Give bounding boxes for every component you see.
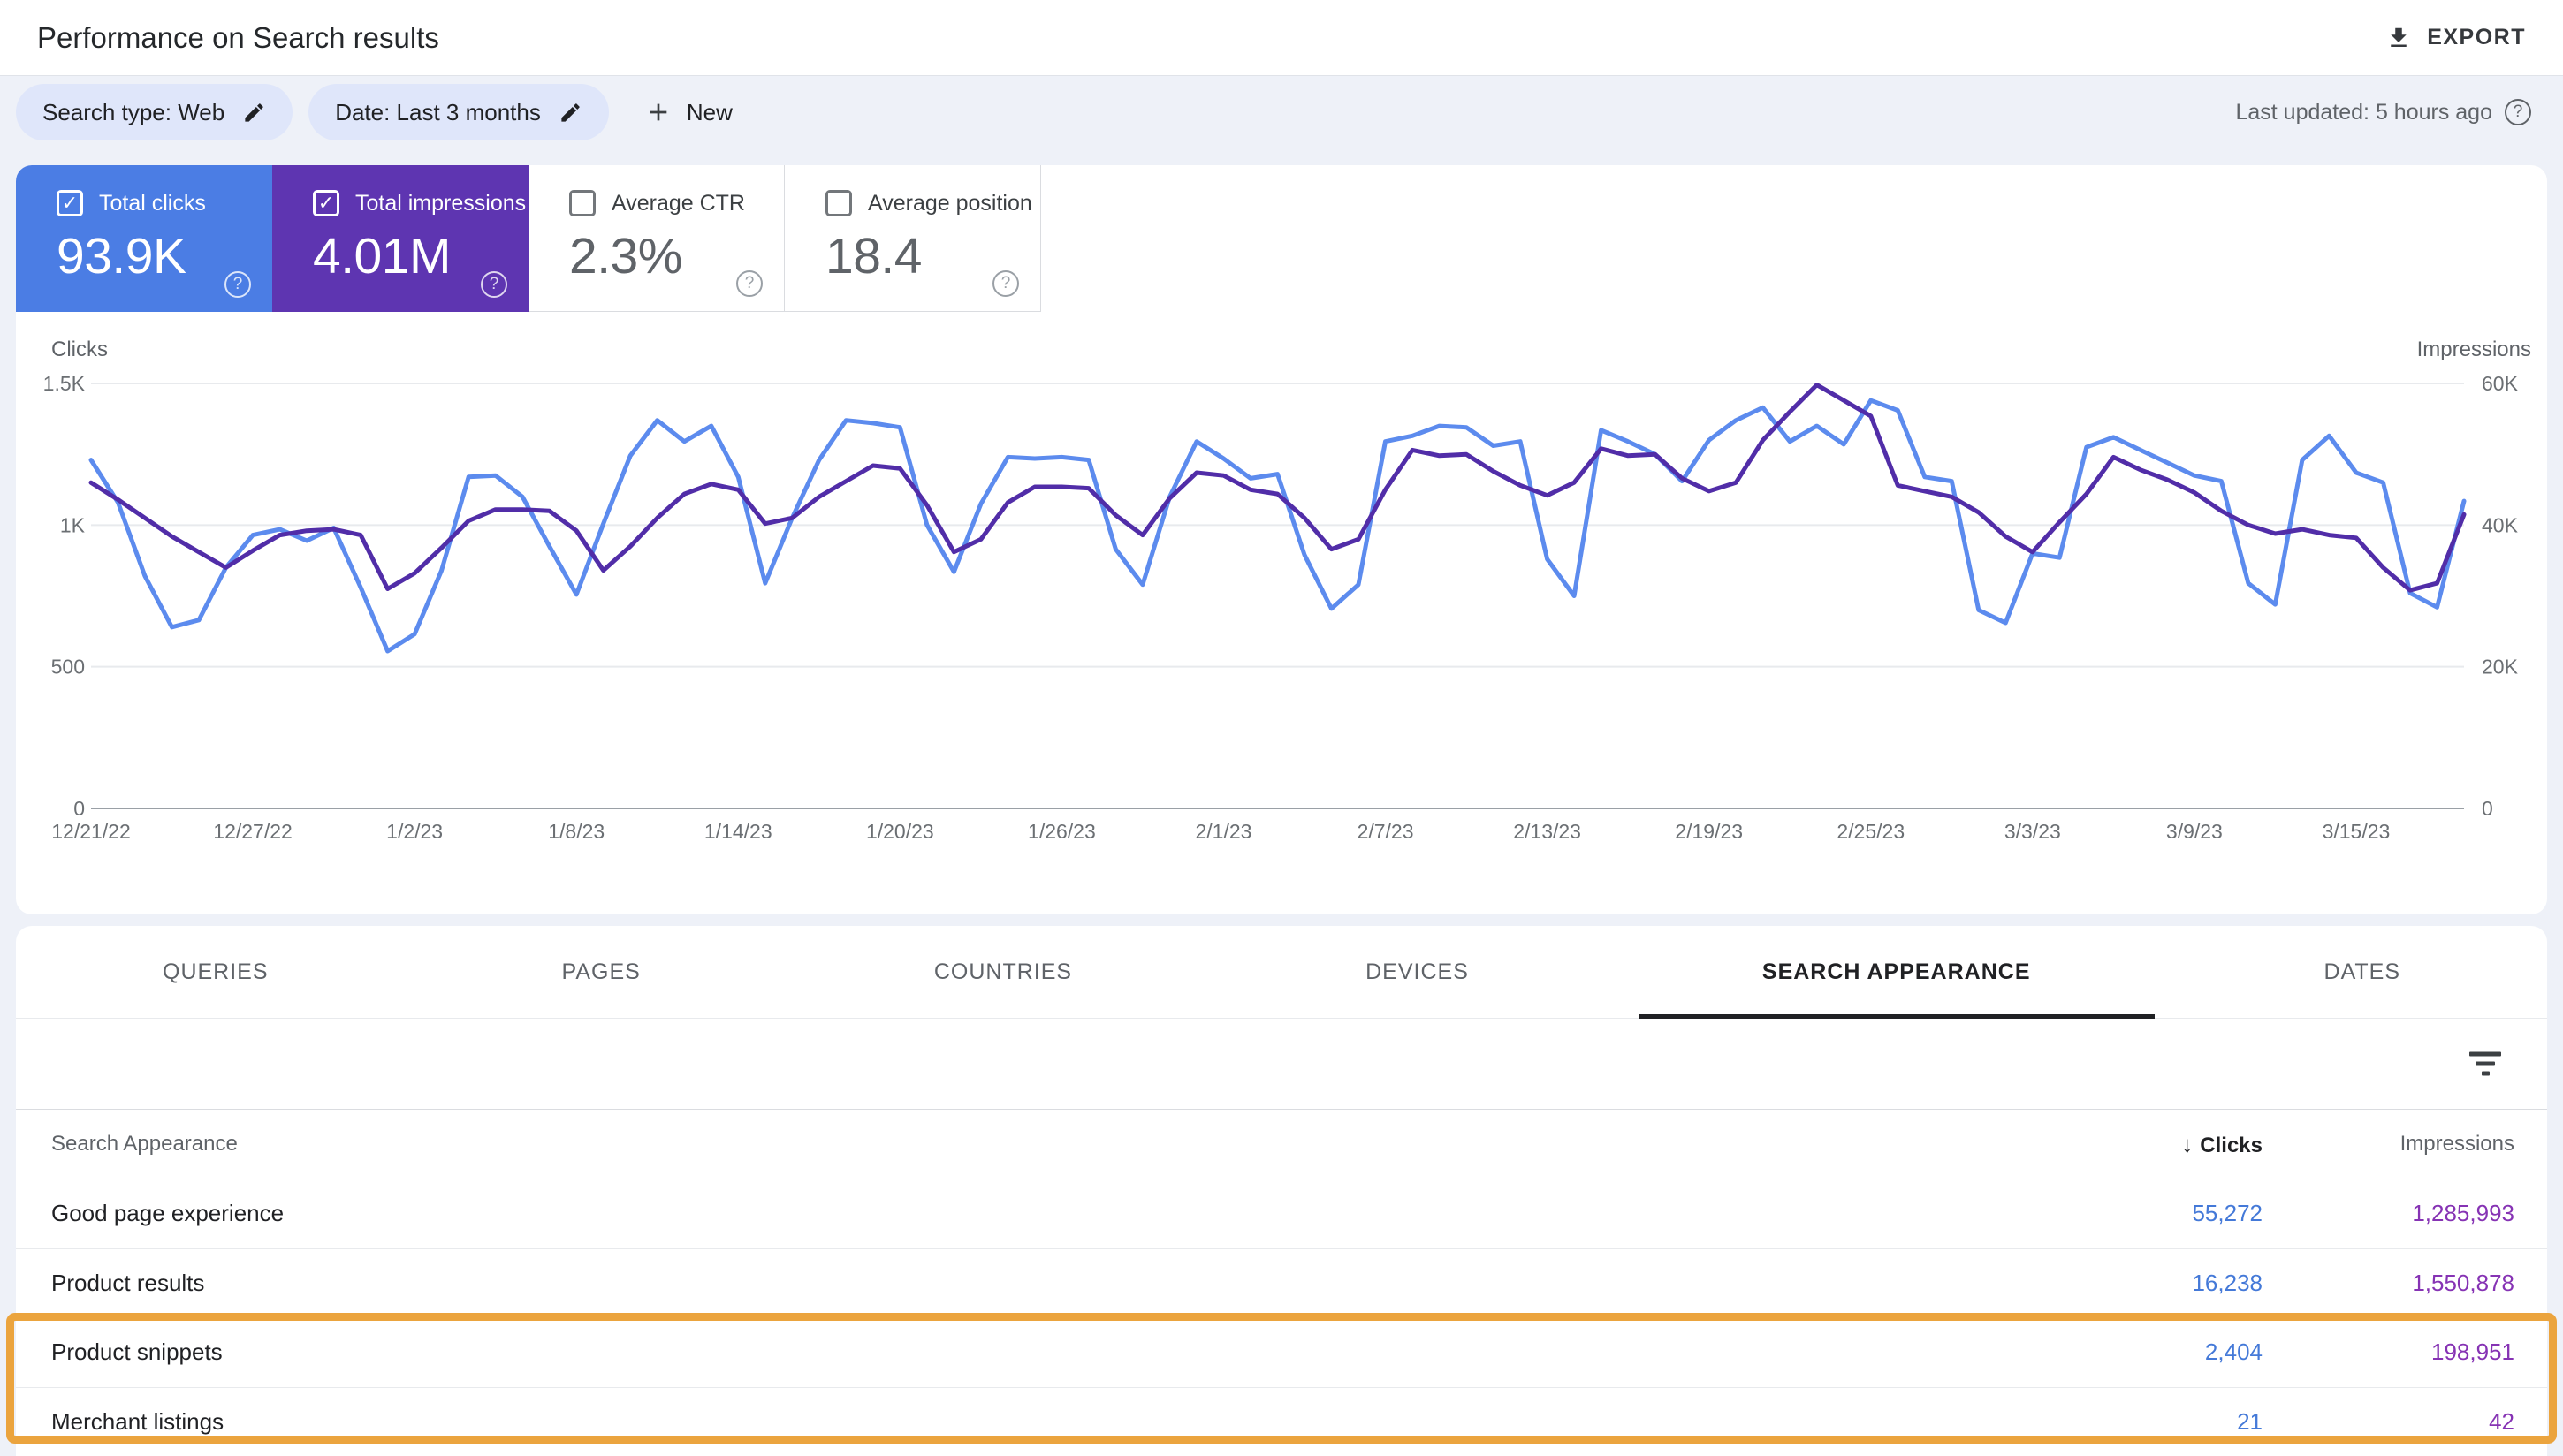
table-row-good-page-experience[interactable]: Good page experience55,2721,285,993 (16, 1179, 2547, 1248)
column-header-dimension[interactable]: Search Appearance (16, 1132, 1997, 1156)
tab-queries[interactable]: QUERIES (16, 926, 415, 1018)
column-header-impressions[interactable]: Impressions (2263, 1132, 2547, 1156)
chip-label: Date: Last 3 months (335, 99, 541, 126)
row-impressions-value: 1,285,993 (2263, 1200, 2547, 1227)
tab-search-appearance[interactable]: SEARCH APPEARANCE (1616, 926, 2178, 1018)
x-axis-tick: 1/2/23 (386, 820, 443, 843)
x-axis-tick: 1/8/23 (548, 820, 605, 843)
x-axis-tick: 1/20/23 (866, 820, 934, 843)
x-axis-tick: 3/3/23 (2004, 820, 2061, 843)
x-axis-tick: 2/19/23 (1675, 820, 1743, 843)
tab-pages[interactable]: PAGES (415, 926, 787, 1018)
right-axis-tick: 60K (2482, 372, 2519, 395)
checkbox-unchecked-icon[interactable] (825, 190, 852, 216)
table-row-product-snippets[interactable]: Product snippets2,404198,951 (16, 1317, 2547, 1387)
table-row-merchant-listings[interactable]: Merchant listings2142 (16, 1387, 2547, 1456)
pencil-icon (242, 101, 266, 125)
right-axis-tick: 0 (2482, 797, 2493, 820)
table-header: Search Appearance ↓Clicks Impressions (16, 1110, 2547, 1179)
right-axis-title: Impressions (2417, 337, 2531, 361)
results-tabs: QUERIESPAGESCOUNTRIESDEVICESSEARCH APPEA… (16, 926, 2547, 1019)
chip-label: Search type: Web (42, 99, 224, 126)
checkbox-unchecked-icon[interactable] (569, 190, 596, 216)
metric-card-total-clicks[interactable]: ✓Total clicks93.9K? (16, 165, 272, 312)
x-axis-tick: 3/9/23 (2166, 820, 2223, 843)
table-row-product-results[interactable]: Product results16,2381,550,878 (16, 1248, 2547, 1318)
help-icon[interactable]: ? (992, 270, 1019, 297)
performance-line-chart[interactable]: 1.5K 60K 1K 40K 500 20K 0 0 Clicks Impressions 12/… (16, 312, 2547, 914)
column-header-clicks[interactable]: ↓Clicks (1997, 1131, 2263, 1158)
help-icon[interactable]: ? (224, 271, 251, 298)
x-axis-tick: 2/13/23 (1513, 820, 1581, 843)
metric-card-average-ctr[interactable]: Average CTR2.3%? (529, 165, 785, 312)
row-impressions-value: 42 (2263, 1408, 2547, 1436)
x-axis-tick: 1/26/23 (1028, 820, 1096, 843)
tab-countries[interactable]: COUNTRIES (787, 926, 1219, 1018)
results-table-card: QUERIESPAGESCOUNTRIESDEVICESSEARCH APPEA… (16, 926, 2547, 1456)
filter-chip-search-type-web[interactable]: Search type: Web (16, 84, 293, 140)
checkbox-checked-icon[interactable]: ✓ (57, 190, 83, 216)
metric-card-label: Average position (868, 191, 1032, 216)
left-axis-tick: 500 (51, 656, 85, 679)
app-header: Performance on Search results EXPORT (0, 0, 2563, 76)
filter-chips: Search type: Web Date: Last 3 months (16, 84, 625, 140)
right-axis-tick: 40K (2482, 513, 2519, 536)
tab-devices[interactable]: DEVICES (1219, 926, 1616, 1018)
export-button[interactable]: EXPORT (2385, 25, 2526, 51)
plus-icon (644, 98, 673, 126)
performance-chart-card: ✓Total clicks93.9K?✓Total impressions4.0… (16, 165, 2547, 914)
row-dimension-label: Product results (16, 1270, 1997, 1297)
filter-chip-date-last-3-months[interactable]: Date: Last 3 months (308, 84, 609, 140)
table-toolbar (16, 1019, 2547, 1110)
row-dimension-label: Good page experience (16, 1200, 1997, 1227)
right-axis-tick: 20K (2482, 656, 2519, 679)
checkbox-checked-icon[interactable]: ✓ (313, 190, 339, 216)
metric-card-average-position[interactable]: Average position18.4? (785, 165, 1041, 312)
last-updated-text: Last updated: 5 hours ago (2235, 100, 2492, 125)
pencil-icon (559, 101, 582, 125)
left-axis-title: Clicks (51, 337, 108, 361)
left-axis-tick: 0 (73, 797, 85, 820)
x-axis-tick: 3/15/23 (2323, 820, 2391, 843)
metric-card-label: Total impressions (355, 191, 526, 216)
x-axis-tick: 2/1/23 (1196, 820, 1252, 843)
sort-desc-icon: ↓ (2181, 1131, 2193, 1157)
metric-card-total-impressions[interactable]: ✓Total impressions4.01M? (272, 165, 529, 312)
row-dimension-label: Merchant listings (16, 1408, 1997, 1436)
x-axis-tick: 1/14/23 (704, 820, 772, 843)
filter-icon[interactable] (2469, 1052, 2501, 1076)
last-updated: Last updated: 5 hours ago ? (2235, 99, 2531, 125)
row-impressions-value: 1,550,878 (2263, 1270, 2547, 1297)
left-axis-tick: 1K (60, 513, 86, 536)
row-clicks-value: 55,272 (1997, 1200, 2263, 1227)
metric-card-label: Average CTR (612, 191, 745, 216)
export-label: EXPORT (2427, 25, 2526, 50)
row-clicks-value: 16,238 (1997, 1270, 2263, 1297)
help-icon[interactable]: ? (2505, 99, 2531, 125)
x-axis-tick: 2/7/23 (1358, 820, 1414, 843)
x-axis-tick: 12/27/22 (213, 820, 293, 843)
row-dimension-label: Product snippets (16, 1338, 1997, 1366)
left-axis-tick: 1.5K (43, 372, 86, 395)
new-filter-button[interactable]: New (644, 98, 733, 126)
table-body: Good page experience55,2721,285,993Produ… (16, 1179, 2547, 1456)
x-axis-tick: 2/25/23 (1837, 820, 1905, 843)
help-icon[interactable]: ? (481, 271, 507, 298)
row-impressions-value: 198,951 (2263, 1338, 2547, 1366)
metric-cards-row: ✓Total clicks93.9K?✓Total impressions4.0… (16, 165, 2547, 312)
page-title: Performance on Search results (37, 21, 439, 55)
download-icon (2385, 25, 2412, 51)
filter-controls: Search type: WebDate: Last 3 months New … (16, 83, 2531, 141)
help-icon[interactable]: ? (736, 270, 763, 297)
x-axis-tick: 12/21/22 (51, 820, 131, 843)
new-filter-label: New (687, 99, 733, 126)
metric-card-label: Total clicks (99, 191, 206, 216)
row-clicks-value: 2,404 (1997, 1338, 2263, 1366)
row-clicks-value: 21 (1997, 1408, 2263, 1436)
tab-dates[interactable]: DATES (2178, 926, 2548, 1018)
